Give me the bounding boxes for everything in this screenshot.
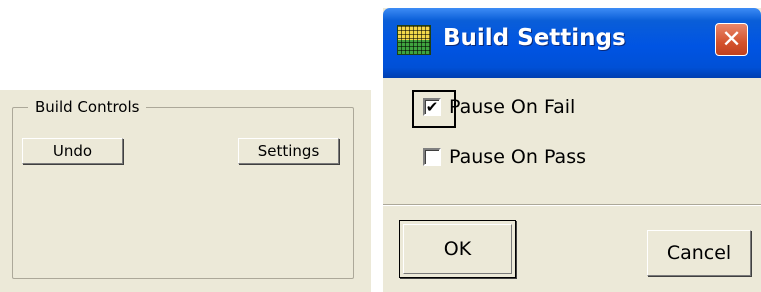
build-controls-groupbox	[12, 107, 354, 279]
build-controls-panel: Build Controls Undo Settings	[0, 90, 371, 292]
ok-label: OK	[443, 238, 472, 260]
pause-on-fail-label: Pause On Fail	[449, 96, 576, 118]
build-controls-title: Build Controls	[28, 97, 147, 117]
cancel-button[interactable]: Cancel	[647, 230, 751, 276]
pause-on-fail-option[interactable]: ✔ Pause On Fail	[423, 96, 575, 118]
pause-on-pass-option[interactable]: Pause On Pass	[423, 146, 586, 168]
pause-on-pass-label: Pause On Pass	[449, 146, 586, 168]
undo-button[interactable]: Undo	[22, 138, 123, 164]
dialog-titlebar[interactable]: Build Settings ✕	[383, 8, 761, 78]
build-settings-dialog: Build Settings ✕ ✔ Pause On Fail Pause O…	[383, 8, 761, 292]
button-separator	[383, 204, 761, 206]
pause-on-pass-checkbox[interactable]	[423, 148, 441, 166]
grid-app-icon	[397, 25, 431, 55]
close-icon[interactable]: ✕	[715, 23, 748, 56]
dialog-title: Build Settings	[443, 25, 626, 51]
ok-button[interactable]: OK	[399, 220, 516, 278]
settings-button[interactable]: Settings	[238, 138, 339, 164]
pause-on-fail-checkbox[interactable]: ✔	[423, 98, 441, 116]
